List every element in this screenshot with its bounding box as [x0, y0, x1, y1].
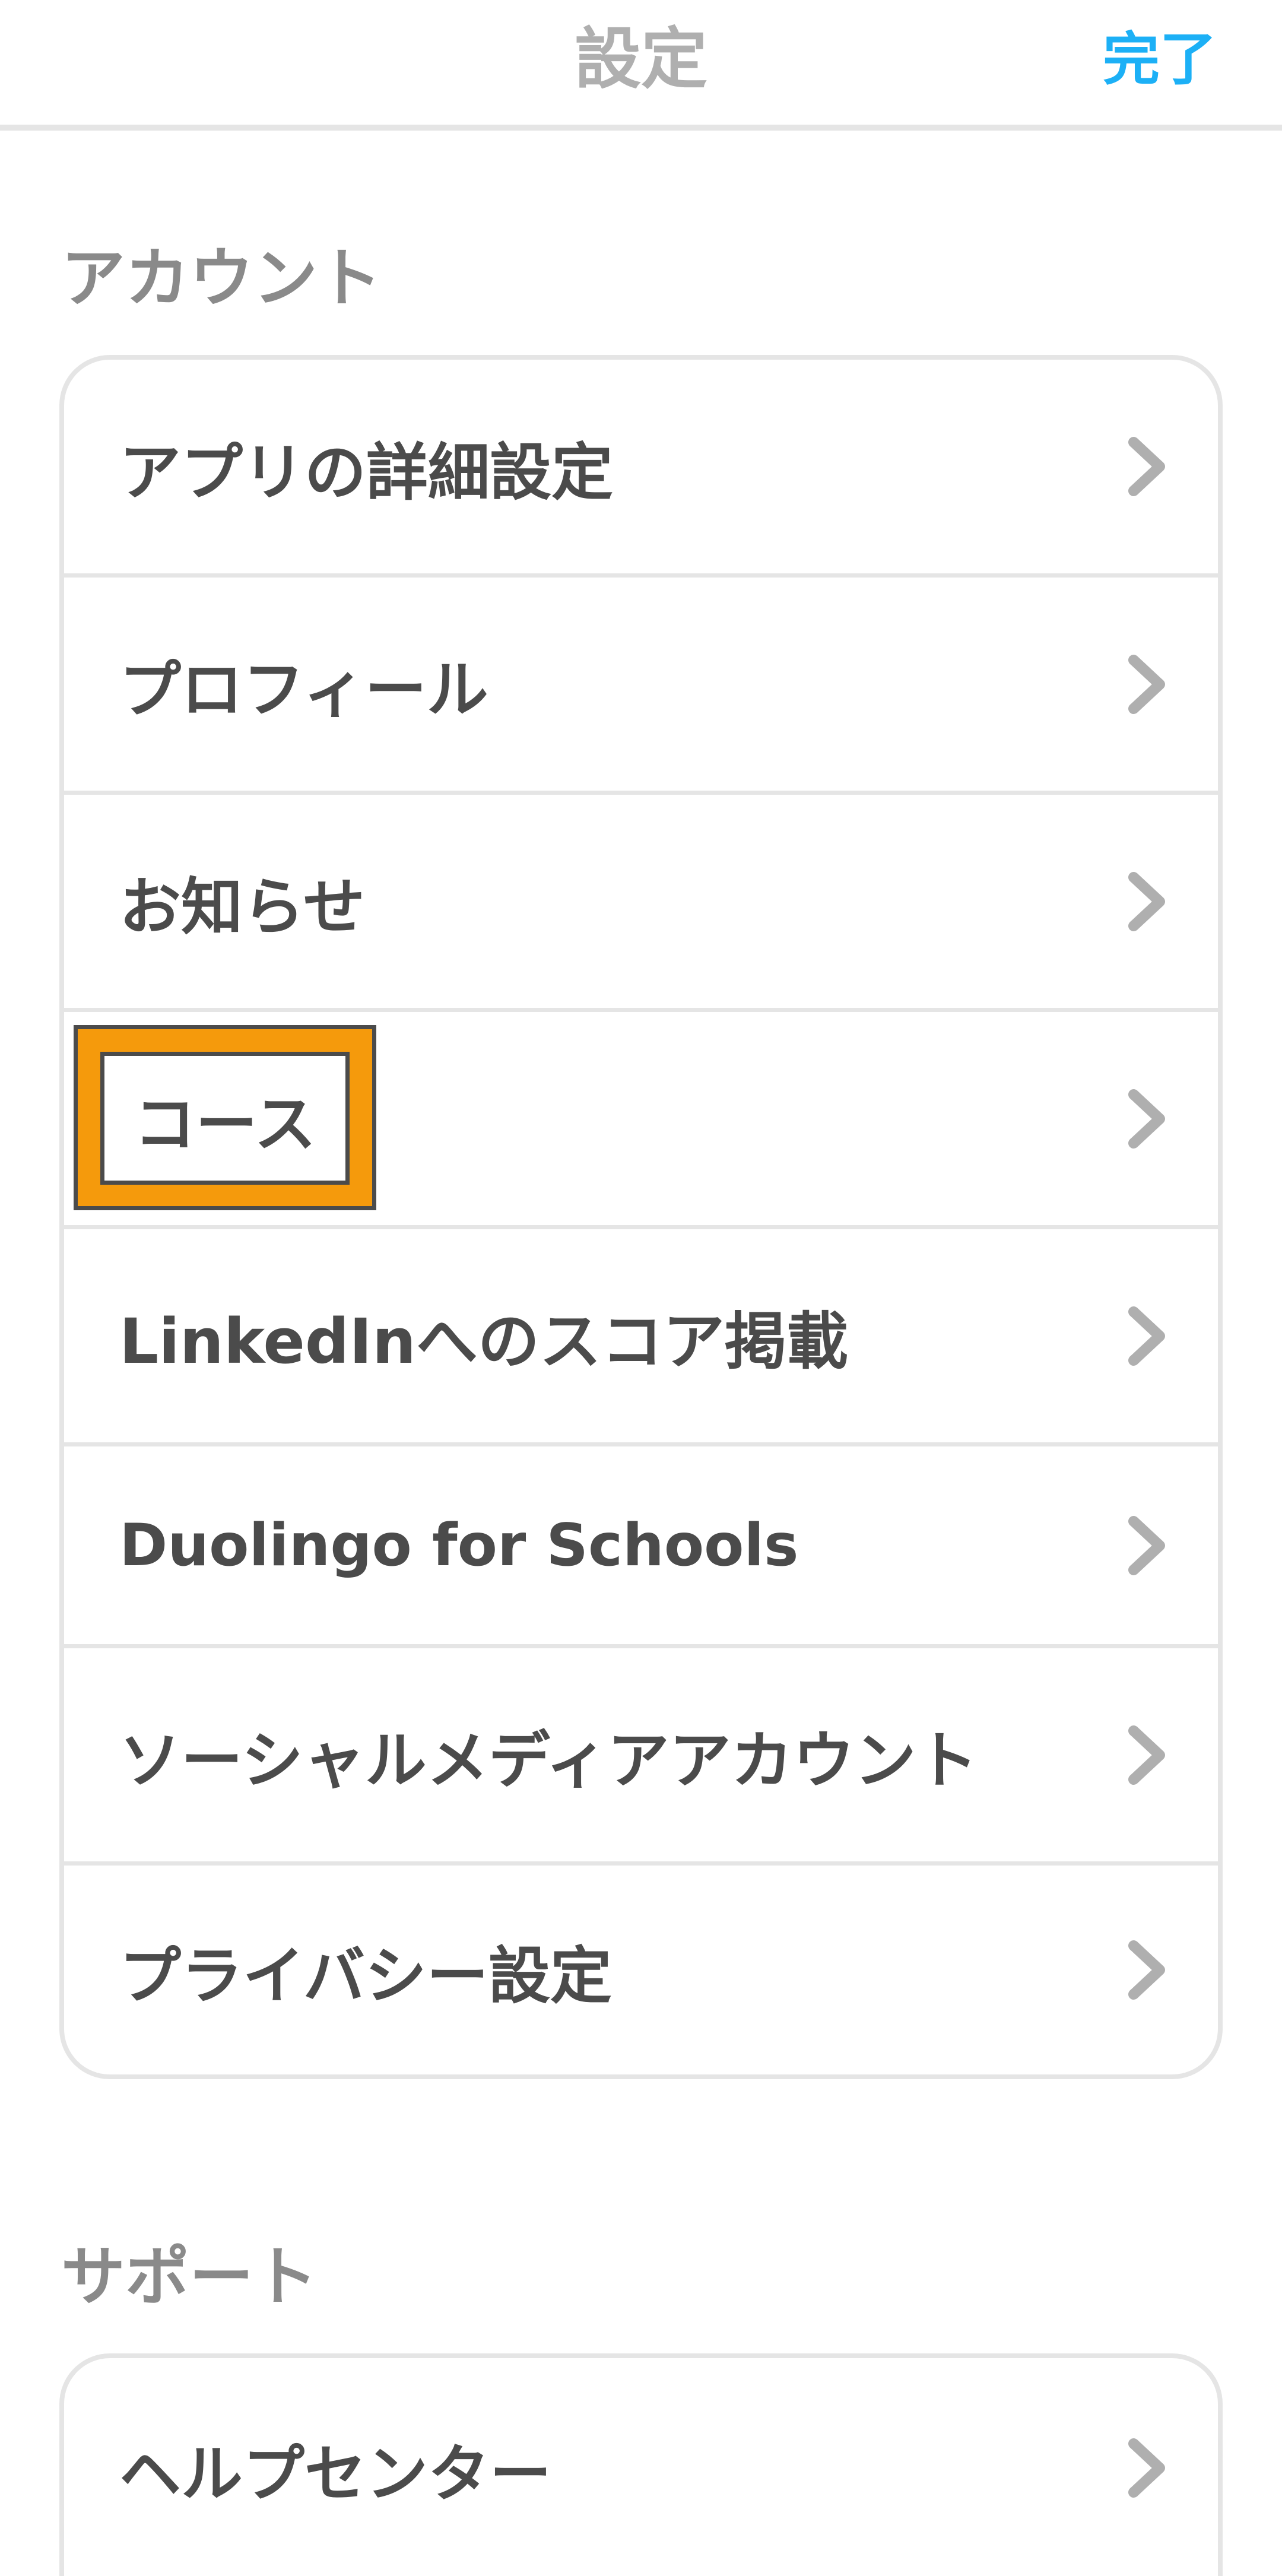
settings-item-label: アプリの詳細設定: [119, 436, 614, 509]
settings-item-label: ソーシャルメディアアカウント: [119, 1724, 978, 1797]
settings-item-label: LinkedInへのスコア掲載: [119, 1305, 849, 1378]
settings-item-help-center[interactable]: ヘルプセンター: [64, 2358, 1218, 2576]
chevron-right-icon: [1123, 869, 1170, 934]
chevron-right-icon: [1123, 434, 1170, 499]
settings-item-privacy[interactable]: プライバシー設定: [64, 1866, 1218, 2074]
settings-item-profile[interactable]: プロフィール: [64, 578, 1218, 795]
section-heading-account: アカウント: [61, 242, 382, 316]
settings-item-courses[interactable]: コース: [64, 1012, 1218, 1229]
settings-item-duolingo-for-schools[interactable]: Duolingo for Schools: [64, 1446, 1218, 1648]
header-bar: 設定 完了: [0, 0, 1282, 131]
settings-item-label: コース: [100, 1052, 350, 1185]
settings-item-label: プロフィール: [119, 653, 488, 726]
chevron-right-icon: [1123, 652, 1170, 717]
chevron-right-icon: [1123, 1303, 1170, 1369]
section-heading-support: サポート: [61, 2240, 318, 2314]
settings-page: 設定 完了 アカウント アプリの詳細設定 プロフィール お知らせ コース Lin…: [0, 0, 1282, 2576]
settings-item-app-details[interactable]: アプリの詳細設定: [64, 360, 1218, 578]
chevron-right-icon: [1123, 2435, 1170, 2501]
support-settings-list: ヘルプセンター: [59, 2353, 1223, 2576]
chevron-right-icon: [1123, 1722, 1170, 1788]
chevron-right-icon: [1123, 1086, 1170, 1151]
settings-item-label: Duolingo for Schools: [119, 1511, 799, 1579]
settings-item-label: お知らせ: [119, 871, 365, 943]
settings-item-notifications[interactable]: お知らせ: [64, 795, 1218, 1012]
settings-item-social-accounts[interactable]: ソーシャルメディアアカウント: [64, 1648, 1218, 1866]
done-button[interactable]: 完了: [1103, 12, 1217, 107]
settings-item-label: プライバシー設定: [119, 1939, 612, 2012]
chevron-right-icon: [1123, 1937, 1170, 2003]
chevron-right-icon: [1123, 1513, 1170, 1578]
settings-item-label: ヘルプセンター: [119, 2437, 552, 2510]
page-title: 設定: [575, 21, 707, 98]
settings-item-linkedin[interactable]: LinkedInへのスコア掲載: [64, 1229, 1218, 1446]
highlight-box: コース: [74, 1025, 376, 1210]
account-settings-list: アプリの詳細設定 プロフィール お知らせ コース LinkedInへのスコア掲載…: [59, 355, 1223, 2079]
